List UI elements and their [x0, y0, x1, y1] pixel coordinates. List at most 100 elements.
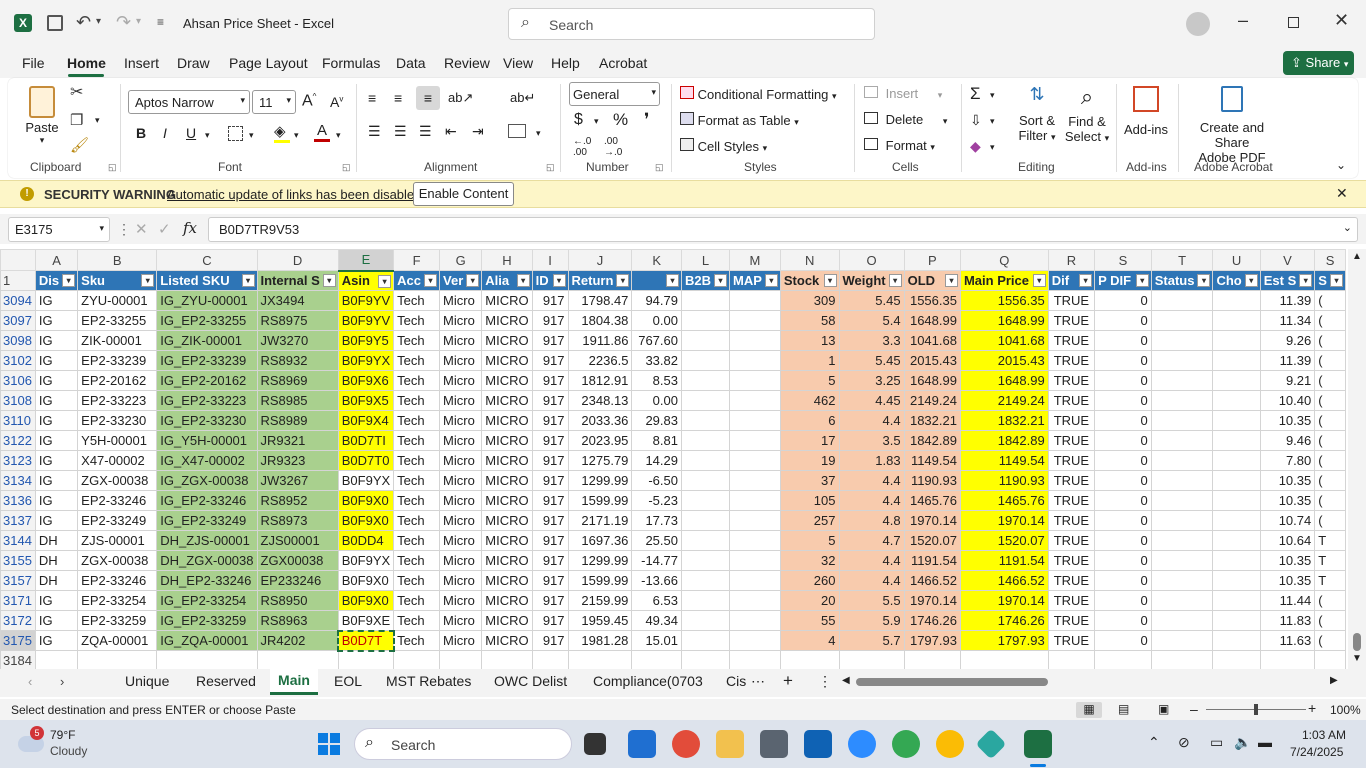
cell[interactable]: ( — [1314, 390, 1346, 411]
cell[interactable]: 4 — [779, 630, 840, 651]
column-header[interactable]: D — [256, 249, 339, 271]
cell[interactable]: JW3270 — [256, 330, 339, 351]
cell[interactable]: RS8969 — [256, 370, 339, 391]
cell[interactable]: TRUE — [1047, 470, 1096, 491]
tab-page-layout[interactable]: Page Layout — [229, 55, 308, 71]
close-warning-icon[interactable]: ✕ — [1336, 185, 1348, 202]
column-header[interactable]: Q — [959, 249, 1049, 271]
cell[interactable] — [34, 650, 79, 669]
column-header[interactable]: A — [34, 249, 79, 271]
cell[interactable] — [1150, 510, 1214, 531]
cell[interactable] — [1150, 370, 1214, 391]
cell[interactable]: 4.4 — [838, 410, 905, 431]
cell[interactable]: B0D7T0 — [337, 450, 395, 471]
cell[interactable]: MICRO — [481, 530, 533, 551]
cell[interactable]: B0F9YX — [337, 550, 395, 571]
cell[interactable]: 1556.35 — [959, 290, 1049, 311]
cell[interactable] — [1150, 450, 1214, 471]
cell[interactable] — [1150, 650, 1214, 669]
cell[interactable]: IG — [34, 510, 79, 531]
cell[interactable]: TRUE — [1047, 310, 1096, 331]
cell[interactable]: 1832.21 — [903, 410, 961, 431]
column-header-cell[interactable]: P DIF ▾ — [1094, 270, 1152, 291]
cell[interactable]: 4.4 — [838, 470, 905, 491]
cell[interactable]: Micro — [439, 290, 483, 311]
cell[interactable]: DH_ZGX-00038 — [156, 550, 258, 571]
comma-style-icon[interactable]: ❜ — [644, 110, 649, 130]
cell[interactable]: IG — [34, 430, 79, 451]
cell[interactable]: 15.01 — [631, 630, 682, 651]
align-center-icon[interactable]: ☰ — [394, 123, 407, 140]
cell[interactable]: 1599.99 — [567, 570, 633, 591]
cell[interactable]: 10.35 — [1259, 470, 1316, 491]
cell[interactable]: MICRO — [481, 570, 533, 591]
cell[interactable]: MICRO — [481, 470, 533, 491]
cell[interactable]: 2348.13 — [567, 390, 633, 411]
cell[interactable]: Tech — [393, 290, 441, 311]
cell[interactable]: 1149.54 — [959, 450, 1049, 471]
cell[interactable]: Micro — [439, 450, 483, 471]
cell[interactable]: TRUE — [1047, 550, 1096, 571]
cell[interactable]: 1191.54 — [903, 550, 961, 571]
enable-content-button[interactable]: Enable Content — [413, 182, 514, 206]
cell[interactable]: Tech — [393, 450, 441, 471]
cell[interactable]: Tech — [393, 510, 441, 531]
cell[interactable]: 0 — [1094, 450, 1152, 471]
cell[interactable] — [1212, 530, 1261, 551]
cell[interactable] — [729, 350, 781, 371]
column-header[interactable]: T — [1150, 249, 1214, 271]
row-header[interactable]: 3134 — [0, 470, 36, 491]
cell[interactable] — [729, 290, 781, 311]
sheet-tab-owc-delist[interactable]: OWC Delist — [494, 673, 567, 689]
cell[interactable]: JW3267 — [256, 470, 339, 491]
cell[interactable]: 0 — [1094, 530, 1152, 551]
cell[interactable]: 917 — [531, 490, 569, 511]
prev-sheet-icon[interactable]: ‹ — [28, 674, 32, 689]
filter-dropdown-icon[interactable]: ▾ — [516, 274, 530, 287]
filter-dropdown-icon[interactable]: ▾ — [1135, 274, 1149, 287]
row-header[interactable]: 3122 — [0, 430, 36, 451]
cell[interactable] — [680, 590, 731, 611]
select-all-corner[interactable] — [0, 249, 36, 271]
cell[interactable] — [439, 650, 483, 669]
cell[interactable]: 1299.99 — [567, 470, 633, 491]
battery-icon[interactable]: ▬ — [1258, 734, 1272, 750]
cell[interactable] — [729, 370, 781, 391]
cell[interactable]: Tech — [393, 390, 441, 411]
cell[interactable]: 917 — [531, 610, 569, 631]
fill-color-dropdown-icon[interactable]: ▾ — [294, 130, 299, 141]
cell[interactable]: B0F9X6 — [337, 370, 395, 391]
cell[interactable]: 917 — [531, 590, 569, 611]
cell[interactable] — [680, 410, 731, 431]
cell[interactable]: Tech — [393, 350, 441, 371]
minimize-button[interactable]: – — [1238, 10, 1248, 31]
cell[interactable]: Micro — [439, 350, 483, 371]
cell[interactable] — [77, 650, 158, 669]
cell-styles-button[interactable]: Cell Styles ▾ — [680, 138, 767, 154]
cell[interactable]: JR9323 — [256, 450, 339, 471]
autosum-icon[interactable]: Σ — [970, 84, 981, 104]
cell[interactable]: B0F9YX — [337, 470, 395, 491]
filter-dropdown-icon[interactable]: ▾ — [424, 274, 438, 287]
cell[interactable]: MICRO — [481, 310, 533, 331]
cell[interactable]: 1 — [779, 350, 840, 371]
task-view-icon[interactable] — [584, 733, 606, 755]
cell[interactable]: 37 — [779, 470, 840, 491]
cell[interactable]: IG — [34, 590, 79, 611]
filter-dropdown-icon[interactable]: ▾ — [1330, 274, 1343, 287]
column-header[interactable]: K — [631, 249, 682, 271]
row-header[interactable]: 3184 — [0, 650, 36, 669]
cell[interactable]: Tech — [393, 570, 441, 591]
cell[interactable]: 4.4 — [838, 570, 905, 591]
cell[interactable]: 0 — [1094, 610, 1152, 631]
cell[interactable]: MICRO — [481, 390, 533, 411]
cell[interactable] — [729, 310, 781, 331]
cell[interactable]: 1520.07 — [903, 530, 961, 551]
cell[interactable] — [729, 330, 781, 351]
sheet-tab-reserved[interactable]: Reserved — [196, 673, 256, 689]
cell[interactable]: 13 — [779, 330, 840, 351]
cell[interactable]: IG_ZIK-00001 — [156, 330, 258, 351]
cell[interactable]: TRUE — [1047, 390, 1096, 411]
cell[interactable]: Tech — [393, 630, 441, 651]
cell[interactable]: 25.50 — [631, 530, 682, 551]
